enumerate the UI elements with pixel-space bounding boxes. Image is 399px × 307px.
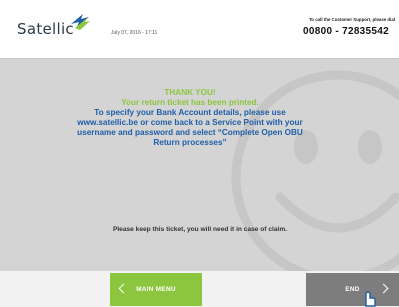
main-menu-label: MAIN MENU — [136, 286, 176, 293]
end-button[interactable]: END — [306, 273, 399, 306]
brand-name: Satellic — [17, 20, 74, 38]
end-label: END — [345, 286, 360, 293]
info-line-4: Return processes” — [153, 138, 227, 147]
chevron-left-icon — [118, 283, 129, 294]
main-content: THANK YOU! Your return ticket has been p… — [0, 59, 399, 271]
arrow-logo-icon — [71, 14, 90, 30]
header-bar: Satellic July 07, 2016 - 17:11 To call t… — [0, 0, 399, 59]
keep-ticket-notice: Please keep this ticket, you will need i… — [112, 226, 288, 233]
hand-cursor-icon — [365, 291, 376, 307]
support-phone-number: 00800 - 72835542 — [303, 26, 389, 37]
chevron-right-icon — [378, 283, 389, 294]
confirmation-message: THANK YOU! Your return ticket has been p… — [40, 88, 340, 148]
info-line-2: www.satellic.be or come back to a Servic… — [77, 118, 303, 127]
date-time: July 07, 2016 - 17:11 — [111, 30, 158, 36]
support-label: To call the Customer Support, please dia… — [308, 17, 395, 22]
satellic-logo: Satellic — [17, 14, 90, 44]
main-menu-button[interactable]: MAIN MENU — [110, 273, 202, 306]
thank-you-title: THANK YOU! — [164, 88, 216, 97]
info-line-1: To specify your Bank Account details, pl… — [94, 108, 286, 117]
info-line-3: username and password and select “Comple… — [77, 128, 303, 137]
footer-bar: MAIN MENU END — [0, 271, 399, 307]
ticket-printed-text: Your return ticket has been printed. — [121, 98, 259, 107]
